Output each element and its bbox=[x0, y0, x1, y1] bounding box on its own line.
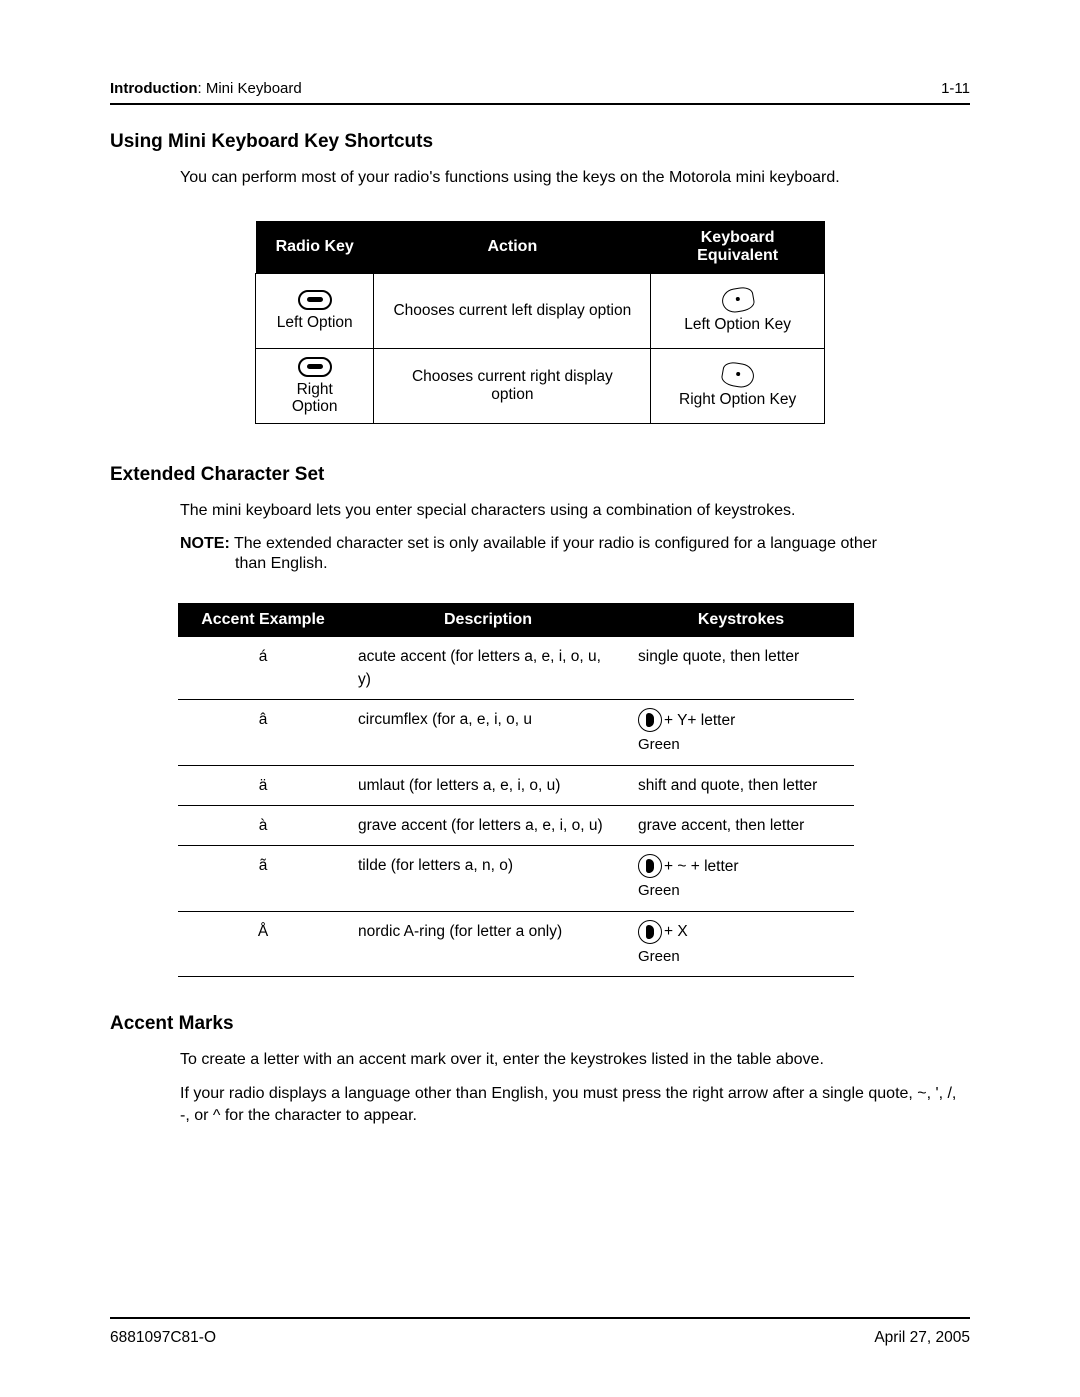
option-button-icon bbox=[298, 357, 332, 377]
kbd-equiv-label: Right Option Key bbox=[679, 391, 796, 408]
kbd-equiv-label: Left Option Key bbox=[684, 316, 791, 333]
extended-intro: The mini keyboard lets you enter special… bbox=[180, 500, 970, 522]
green-key-icon bbox=[638, 920, 662, 944]
table-row: äumlaut (for letters a, e, i, o, u)shift… bbox=[178, 765, 854, 805]
table-row: âcircumflex (for a, e, i, o, u + Y+ lett… bbox=[178, 700, 854, 766]
green-label: Green bbox=[638, 734, 844, 757]
green-label: Green bbox=[638, 880, 844, 903]
page-header: Introduction: Mini Keyboard 1-11 bbox=[110, 80, 970, 105]
table-row: áacute accent (for letters a, e, i, o, u… bbox=[178, 637, 854, 700]
heading-extended: Extended Character Set bbox=[110, 464, 970, 486]
accent-example: á bbox=[178, 637, 348, 700]
radio-key-label: Left Option bbox=[277, 314, 353, 331]
accent-keystrokes: grave accent, then letter bbox=[628, 806, 854, 846]
header-section: Introduction bbox=[110, 80, 197, 97]
mouse-right-icon bbox=[720, 361, 756, 390]
extended-note: NOTE: The extended character set is only… bbox=[180, 533, 970, 555]
green-key-icon bbox=[638, 854, 662, 878]
accent-description: circumflex (for a, e, i, o, u bbox=[348, 700, 628, 766]
table-row: ãtilde (for letters a, n, o) + ~ + lette… bbox=[178, 846, 854, 912]
accent-description: grave accent (for letters a, e, i, o, u) bbox=[348, 806, 628, 846]
accent-p1: To create a letter with an accent mark o… bbox=[180, 1049, 970, 1071]
shortcuts-table: Radio Key Action Keyboard Equivalent Lef… bbox=[255, 221, 825, 424]
keystroke-text: + ~ + letter bbox=[664, 855, 739, 878]
accent-description: nordic A-ring (for letter a only) bbox=[348, 911, 628, 977]
accent-example: à bbox=[178, 806, 348, 846]
accent-table: Accent Example Description Keystrokes áa… bbox=[178, 603, 854, 978]
mouse-left-icon bbox=[720, 285, 756, 314]
accent-keystrokes: + X Green bbox=[628, 911, 854, 977]
t1-col2: Action bbox=[374, 221, 651, 274]
accent-example: ã bbox=[178, 846, 348, 912]
t1-col1: Radio Key bbox=[256, 221, 374, 274]
page-number: 1-11 bbox=[941, 80, 970, 97]
accent-description: tilde (for letters a, n, o) bbox=[348, 846, 628, 912]
table-row: Left Option Chooses current left display… bbox=[256, 273, 825, 348]
accent-description: acute accent (for letters a, e, i, o, u,… bbox=[348, 637, 628, 700]
page-footer: 6881097C81-O April 27, 2005 bbox=[110, 1317, 970, 1347]
doc-date: April 27, 2005 bbox=[874, 1329, 970, 1347]
t1-col3: Keyboard Equivalent bbox=[651, 221, 825, 274]
table-row: àgrave accent (for letters a, e, i, o, u… bbox=[178, 806, 854, 846]
heading-shortcuts: Using Mini Keyboard Key Shortcuts bbox=[110, 131, 970, 153]
table-row: Right Option Chooses current right displ… bbox=[256, 348, 825, 423]
accent-example: â bbox=[178, 700, 348, 766]
shortcuts-intro: You can perform most of your radio's fun… bbox=[180, 167, 970, 189]
header-breadcrumb: Introduction: Mini Keyboard bbox=[110, 80, 302, 97]
doc-id: 6881097C81-O bbox=[110, 1329, 216, 1347]
green-label: Green bbox=[638, 946, 844, 969]
accent-keystrokes: shift and quote, then letter bbox=[628, 765, 854, 805]
t2-col1: Accent Example bbox=[178, 603, 348, 637]
accent-keystrokes: single quote, then letter bbox=[628, 637, 854, 700]
action-cell: Chooses current right display option bbox=[374, 348, 651, 423]
heading-accent-marks: Accent Marks bbox=[110, 1013, 970, 1035]
accent-keystrokes: + Y+ letterGreen bbox=[628, 700, 854, 766]
action-cell: Chooses current left display option bbox=[374, 273, 651, 348]
header-subsection: Mini Keyboard bbox=[206, 80, 302, 97]
page: Introduction: Mini Keyboard 1-11 Using M… bbox=[0, 0, 1080, 1397]
note-body-2: than English. bbox=[235, 555, 970, 573]
note-label: NOTE: bbox=[180, 535, 230, 552]
table-row: Ånordic A-ring (for letter a only) + X Gr… bbox=[178, 911, 854, 977]
accent-description: umlaut (for letters a, e, i, o, u) bbox=[348, 765, 628, 805]
t2-col3: Keystrokes bbox=[628, 603, 854, 637]
accent-example: ä bbox=[178, 765, 348, 805]
keystroke-text: + Y+ letter bbox=[664, 709, 735, 732]
keystroke-text: + X bbox=[664, 920, 688, 943]
accent-example: Å bbox=[178, 911, 348, 977]
radio-key-label: Right Option bbox=[272, 381, 357, 415]
accent-keystrokes: + ~ + letterGreen bbox=[628, 846, 854, 912]
green-key-icon bbox=[638, 708, 662, 732]
option-button-icon bbox=[298, 290, 332, 310]
accent-p2: If your radio displays a language other … bbox=[180, 1083, 970, 1126]
t2-col2: Description bbox=[348, 603, 628, 637]
